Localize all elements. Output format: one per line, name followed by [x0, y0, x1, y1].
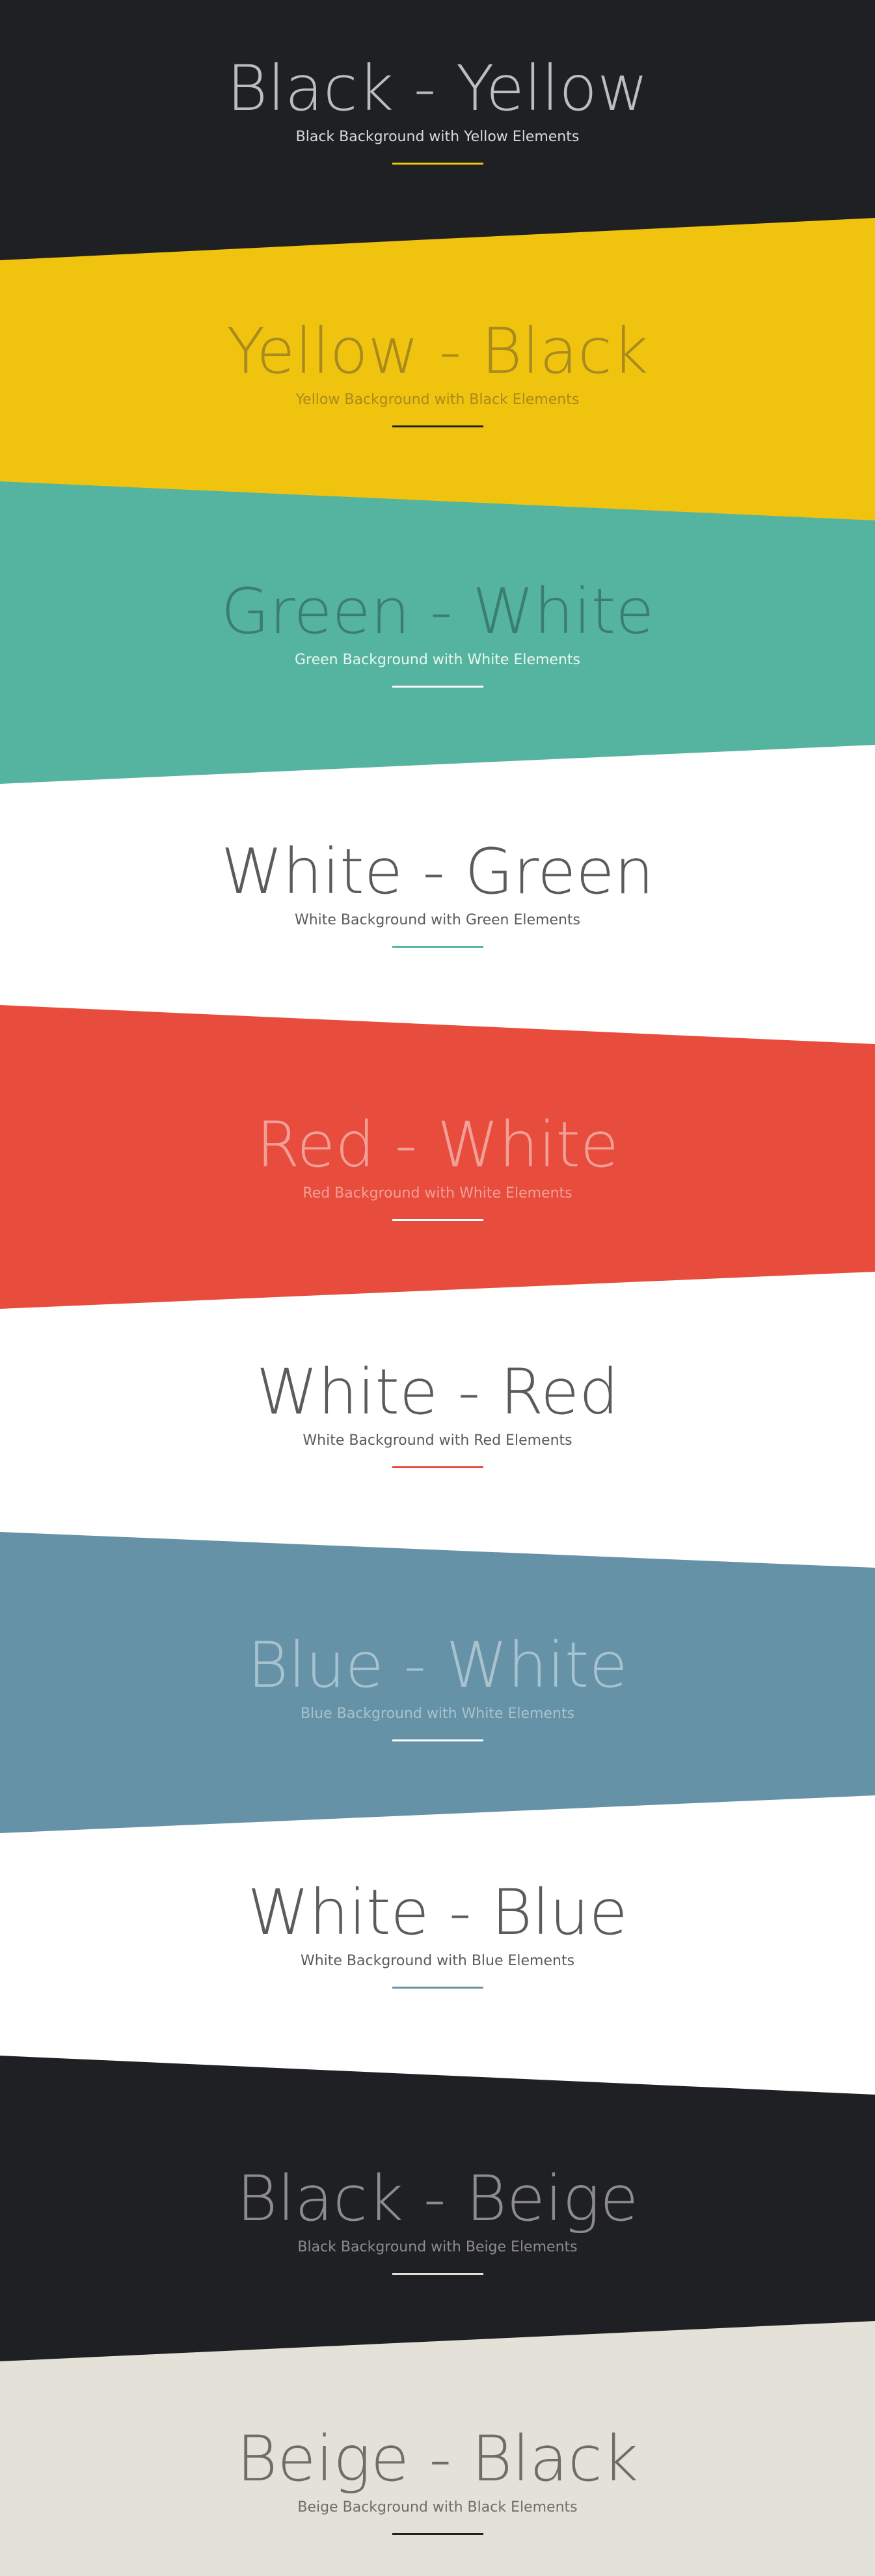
- section-title: Blue - White: [247, 1629, 628, 1702]
- section-subtitle: Red Background with White Elements: [303, 1185, 572, 1201]
- section-subtitle: Green Background with White Elements: [294, 652, 581, 668]
- accent-underline: [392, 1219, 483, 1221]
- section-title: Black - Beige: [236, 2162, 639, 2235]
- section-title: Red - White: [256, 1108, 619, 1181]
- section-yellow-black: Yellow - Black Yellow Background with Bl…: [0, 208, 875, 520]
- section-title: Green - White: [221, 575, 654, 648]
- accent-underline: [392, 2273, 483, 2275]
- section-subtitle: White Background with Green Elements: [294, 912, 581, 928]
- section-title: White - Red: [256, 1356, 619, 1429]
- section-subtitle: Blue Background with White Elements: [300, 1706, 575, 1722]
- accent-underline: [392, 1739, 483, 1741]
- section-black-beige: Black - Beige Black Background with Beig…: [0, 2056, 875, 2361]
- section-red-white: Red - White Red Background with White El…: [0, 1005, 875, 1309]
- accent-underline: [392, 425, 483, 427]
- accent-underline: [392, 1987, 483, 1989]
- section-black-yellow: Black - Yellow Black Background with Yel…: [0, 0, 875, 260]
- accent-underline: [392, 2533, 483, 2535]
- section-subtitle: White Background with Red Elements: [303, 1432, 572, 1449]
- section-subtitle: Beige Background with Black Elements: [297, 2499, 578, 2516]
- section-blue-white: Blue - White Blue Background with White …: [0, 1532, 875, 1833]
- section-title: Black - Yellow: [226, 52, 649, 125]
- section-title: Beige - Black: [236, 2422, 639, 2495]
- accent-underline: [392, 686, 483, 688]
- accent-underline: [392, 1466, 483, 1468]
- section-title: White - Green: [221, 835, 654, 908]
- section-title: Yellow - Black: [226, 315, 649, 388]
- section-title: White - Blue: [247, 1876, 628, 1949]
- section-green-white: Green - White Green Background with Whit…: [0, 468, 875, 784]
- section-subtitle: Black Background with Yellow Elements: [295, 129, 580, 145]
- accent-underline: [392, 163, 483, 165]
- section-subtitle: White Background with Blue Elements: [300, 1953, 575, 1969]
- accent-underline: [392, 946, 483, 948]
- section-subtitle: Yellow Background with Black Elements: [295, 392, 580, 408]
- section-subtitle: Black Background with Beige Elements: [297, 2239, 578, 2255]
